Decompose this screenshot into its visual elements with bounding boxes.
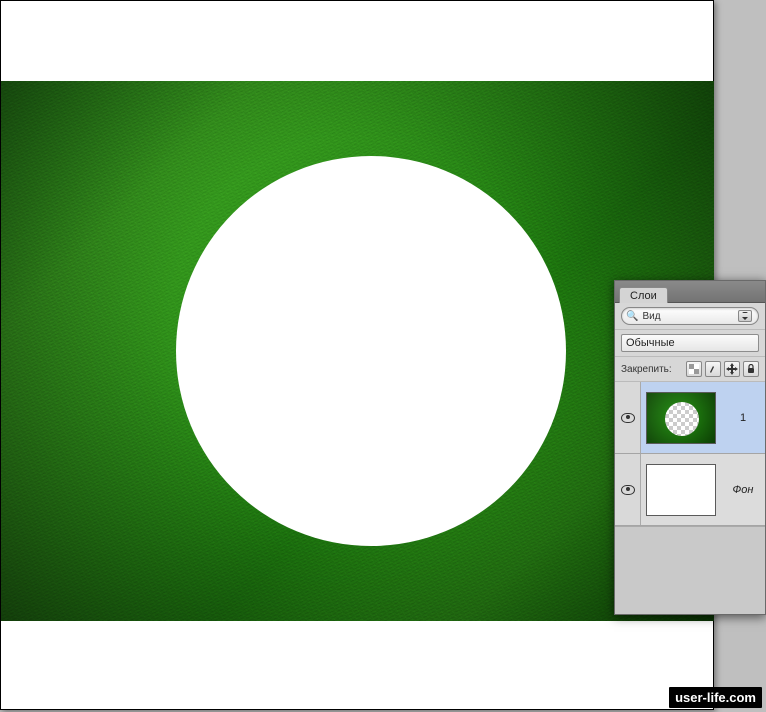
filter-row: 🔍 Вид [615, 303, 765, 330]
lock-pixels-button[interactable] [705, 361, 721, 377]
layer-row[interactable]: 1 [615, 382, 765, 454]
layers-list: 1 Фон [615, 382, 765, 526]
layer-row[interactable]: Фон [615, 454, 765, 526]
chevron-down-icon [738, 310, 752, 322]
layer-thumbnail[interactable] [641, 382, 721, 453]
canvas[interactable] [1, 1, 713, 709]
lock-all-button[interactable] [743, 361, 759, 377]
search-icon: 🔍 [626, 311, 638, 322]
visibility-toggle[interactable] [615, 382, 641, 453]
circle-cutout [176, 156, 566, 546]
lock-position-button[interactable] [724, 361, 740, 377]
watermark: user-life.com [669, 687, 762, 708]
lock-transparency-button[interactable] [686, 361, 702, 377]
layer-filter-label: Вид [642, 311, 660, 322]
visibility-toggle[interactable] [615, 454, 641, 525]
layer-filter-select[interactable]: 🔍 Вид [621, 307, 759, 325]
panel-tab-bar: Слои [615, 281, 765, 303]
layer-thumbnail[interactable] [641, 454, 721, 525]
image-content [1, 81, 714, 621]
blend-mode-select[interactable]: Обычные [621, 334, 759, 352]
tab-layers[interactable]: Слои [619, 287, 668, 303]
lock-buttons [686, 361, 759, 377]
eye-icon [621, 413, 635, 423]
document-window [0, 0, 714, 710]
blend-row: Обычные [615, 330, 765, 357]
eye-icon [621, 485, 635, 495]
lock-label: Закрепить: [621, 364, 672, 375]
panel-footer [615, 526, 765, 614]
layer-name[interactable]: 1 [721, 382, 765, 453]
layers-panel: Слои 🔍 Вид Обычные Закрепить: [614, 280, 766, 615]
layer-name[interactable]: Фон [721, 454, 765, 525]
lock-row: Закрепить: [615, 357, 765, 382]
blend-mode-value: Обычные [626, 337, 675, 349]
